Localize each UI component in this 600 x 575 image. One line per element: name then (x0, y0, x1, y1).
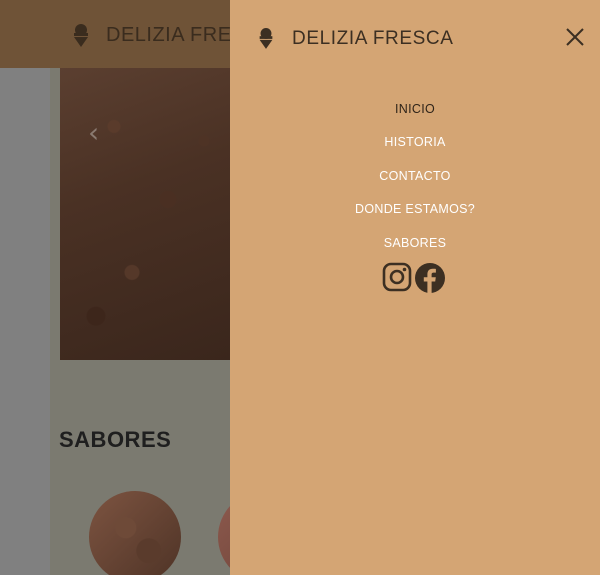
menu-link-historia[interactable]: HISTORIA (384, 135, 445, 149)
ice-cream-cone-icon (259, 28, 273, 49)
ice-cream-cone-icon (74, 24, 88, 47)
menu-item-historia: HISTORIA (230, 126, 600, 160)
side-menu-panel: DELIZIA FRESCA INICIO HISTORIA CONTACTO … (230, 0, 600, 575)
menu-link-inicio[interactable]: INICIO (395, 102, 435, 116)
carousel-prev-arrow-icon[interactable]: ‹ (88, 116, 99, 149)
menu-item-inicio: INICIO (230, 92, 600, 126)
page-gutter (0, 68, 50, 575)
hero-image (60, 68, 240, 360)
instagram-icon[interactable] (382, 262, 412, 292)
menu-list: INICIO HISTORIA CONTACTO DONDE ESTAMOS? … (230, 92, 600, 260)
social-links (382, 262, 446, 294)
menu-link-sabores[interactable]: SABORES (384, 236, 447, 250)
menu-brand[interactable]: DELIZIA FRESCA (292, 28, 454, 50)
close-icon[interactable] (564, 26, 586, 48)
menu-item-contacto: CONTACTO (230, 159, 600, 193)
menu-item-donde-estamos: DONDE ESTAMOS? (230, 193, 600, 227)
section-title-sabores: SABORES (59, 427, 172, 452)
menu-item-sabores: SABORES (230, 226, 600, 260)
facebook-icon[interactable] (414, 262, 446, 294)
menu-link-donde-estamos[interactable]: DONDE ESTAMOS? (355, 202, 475, 216)
flavor-image[interactable] (89, 491, 181, 575)
menu-link-contacto[interactable]: CONTACTO (379, 169, 450, 183)
